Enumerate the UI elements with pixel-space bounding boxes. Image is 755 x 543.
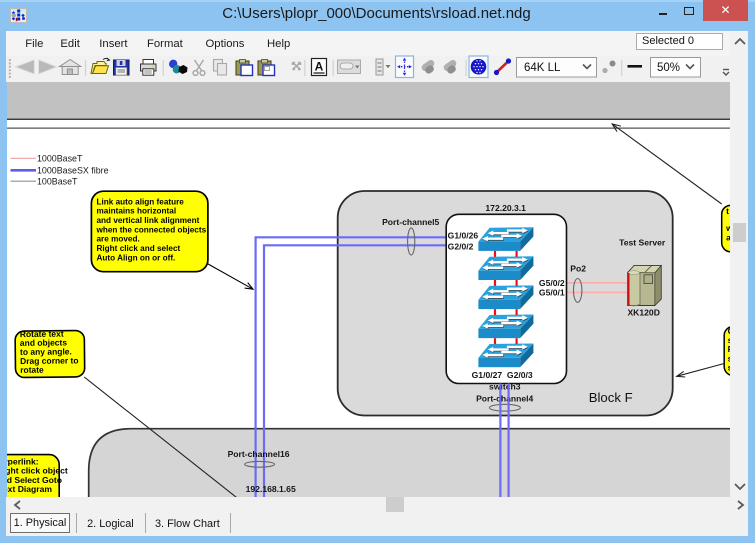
svg-text:G1/0/26: G1/0/26 xyxy=(447,230,478,240)
svg-text:Po2: Po2 xyxy=(570,264,586,274)
svg-text:1000BaseSX fibre: 1000BaseSX fibre xyxy=(37,166,109,176)
svg-text:G2/0/2: G2/0/2 xyxy=(447,242,473,252)
svg-text:192.168.1.65: 192.168.1.65 xyxy=(245,484,295,494)
svg-text:Link auto align feature: Link auto align feature xyxy=(96,197,184,206)
svg-text:Right click object: Right click object xyxy=(7,466,68,476)
svg-text:G5/0/1: G5/0/1 xyxy=(539,287,565,297)
svg-text:Right click and select: Right click and select xyxy=(96,244,180,253)
svg-text:are moved.: are moved. xyxy=(96,235,139,244)
svg-text:switch3: switch3 xyxy=(489,381,521,391)
svg-text:100BaseT: 100BaseT xyxy=(37,176,78,186)
svg-text:64K LL: 64K LL xyxy=(524,62,561,74)
svg-text:Auto Align on or off.: Auto Align on or off. xyxy=(96,253,175,262)
svg-text:Test Server: Test Server xyxy=(619,237,666,247)
svg-text:G1/0/27: G1/0/27 xyxy=(471,370,502,380)
svg-text:Block F: Block F xyxy=(589,390,633,405)
svg-text:when the connected objects: when the connected objects xyxy=(95,225,206,234)
svg-text:rotate: rotate xyxy=(20,365,44,375)
svg-text:XK120D: XK120D xyxy=(627,308,659,318)
svg-text:t: t xyxy=(726,206,729,216)
svg-text:50%: 50% xyxy=(657,62,680,74)
svg-text:G2/0/3: G2/0/3 xyxy=(507,370,533,380)
svg-text:1000BaseT: 1000BaseT xyxy=(37,154,83,164)
svg-text:Port-channel5: Port-channel5 xyxy=(382,217,439,227)
svg-text:and vertical link alignment: and vertical link alignment xyxy=(96,216,199,225)
svg-text:Port-channel4: Port-channel4 xyxy=(476,393,533,403)
svg-text:Next Diagram: Next Diagram xyxy=(7,484,52,494)
svg-text:A: A xyxy=(315,60,324,74)
svg-text:172.20.3.1: 172.20.3.1 xyxy=(485,203,526,213)
svg-text:maintains horizontal: maintains horizontal xyxy=(96,207,176,216)
svg-text:Port-channel16: Port-channel16 xyxy=(227,449,289,459)
